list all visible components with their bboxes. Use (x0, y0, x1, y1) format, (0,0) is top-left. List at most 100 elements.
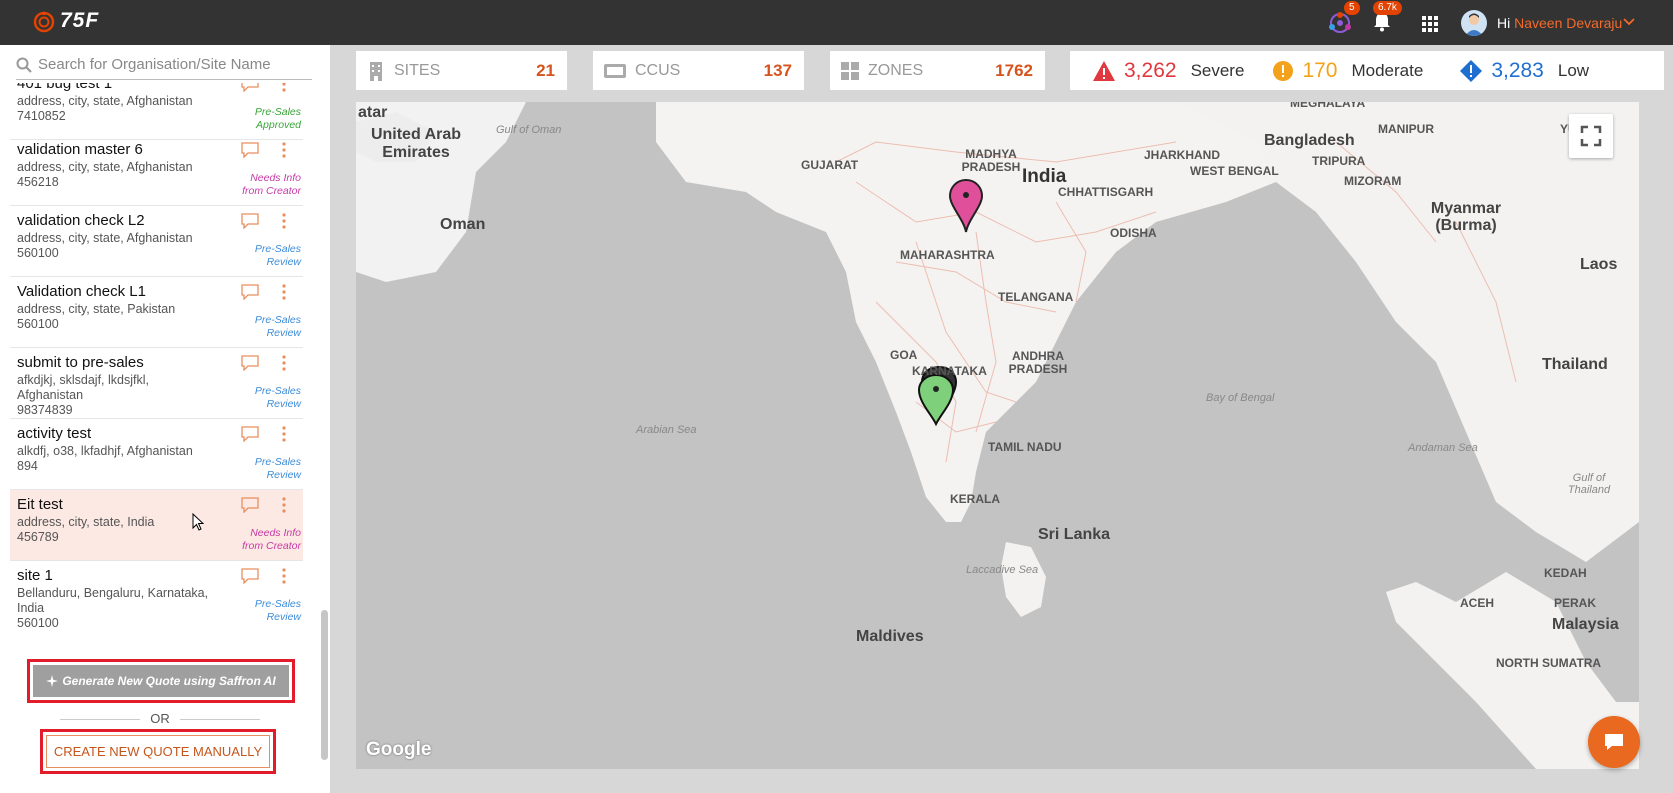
manual-quote-highlight: CREATE NEW QUOTE MANUALLY (40, 729, 276, 774)
site-name: 401 bug test 1 (17, 83, 113, 92)
sites-stat[interactable]: SITES 21 (356, 51, 567, 90)
map-label: Gulf of Oman (496, 124, 562, 136)
zones-value: 1762 (995, 60, 1033, 80)
comment-icon[interactable] (241, 497, 259, 513)
ai-button-label: Generate New Quote using Saffron AI (62, 674, 276, 688)
top-bar: 75F 5 6.7k Hi Naveen Devaraju (0, 0, 1673, 45)
more-vertical-icon[interactable] (281, 496, 287, 514)
more-vertical-icon[interactable] (281, 354, 287, 372)
community-badge: 5 (1344, 1, 1360, 15)
logo-icon (33, 11, 55, 33)
site-name: validation check L2 (17, 212, 145, 229)
more-vertical-icon[interactable] (281, 425, 287, 443)
map-label: TRIPURA (1312, 154, 1366, 168)
map-label: MADHYA PRADESH (961, 147, 1021, 174)
map-label: GOA (890, 348, 918, 362)
more-vertical-icon[interactable] (281, 283, 287, 301)
site-address: address, city, state, India (17, 515, 155, 529)
ccus-stat[interactable]: CCUS 137 (593, 51, 804, 90)
map-label: Maldives (856, 628, 924, 645)
site-address: address, city, state, Afghanistan (17, 94, 193, 108)
low-count: 3,283 (1491, 58, 1544, 82)
zones-stat[interactable]: ZONES 1762 (830, 51, 1045, 90)
list-item[interactable]: activity test alkdfj, o38, lkfadhjf, Afg… (10, 419, 303, 490)
map-label: Myanmar (Burma) (1430, 200, 1502, 234)
list-item[interactable]: Eit test address, city, state, India 456… (10, 490, 303, 561)
more-vertical-icon[interactable] (281, 567, 287, 585)
map-label: Sri Lanka (1038, 526, 1111, 543)
logo[interactable]: 75F (32, 9, 99, 33)
user-avatar[interactable] (1461, 10, 1487, 36)
severe-alerts[interactable]: 3,262 Severe (1092, 59, 1244, 83)
list-item[interactable]: validation check L2 address, city, state… (10, 206, 303, 277)
low-label: Low (1557, 60, 1590, 80)
status-badge: Needs Info from Creator (242, 172, 301, 197)
notifications-badge: 6.7k (1373, 1, 1402, 15)
map-label: Laos (1580, 256, 1618, 273)
list-item[interactable]: Validation check L1 address, city, state… (10, 277, 303, 348)
map-label: NORTH SUMATRA (1496, 656, 1602, 670)
map-label: Arabian Sea (636, 424, 697, 436)
map-label: PERAK (1554, 596, 1597, 610)
map-label: Thailand (1542, 356, 1608, 373)
moderate-count: 170 (1302, 58, 1338, 82)
map-label: ODISHA (1110, 226, 1157, 240)
comment-icon[interactable] (241, 142, 259, 158)
apps-button[interactable] (1420, 11, 1444, 35)
site-name: validation master 6 (17, 141, 143, 158)
zones-label: ZONES (868, 61, 924, 79)
chat-button[interactable] (1588, 716, 1640, 768)
list-item[interactable]: validation master 6 address, city, state… (10, 135, 303, 206)
sites-map[interactable]: atar United Arab Emirates Gulf of Oman O… (356, 102, 1639, 769)
map-label: KARNATAKA (912, 364, 987, 378)
more-vertical-icon[interactable] (281, 212, 287, 230)
comment-icon[interactable] (241, 355, 259, 371)
map-label: CHHATTISGARH (1058, 185, 1154, 199)
more-vertical-icon[interactable] (281, 141, 287, 159)
ccu-device-icon (604, 63, 626, 78)
status-badge: Pre-Sales Review (254, 456, 301, 481)
site-name: Validation check L1 (17, 283, 146, 300)
moderate-alerts[interactable]: 170 Moderate (1272, 59, 1423, 83)
more-vertical-icon[interactable] (281, 83, 287, 93)
list-item[interactable]: site 1 Bellanduru, Bengaluru, Karnataka,… (10, 561, 303, 641)
user-greeting[interactable]: Hi Naveen Devaraju (1497, 15, 1622, 31)
map-label: Malaysia (1552, 616, 1619, 633)
map-label: ACEH (1460, 596, 1495, 610)
site-address: address, city, state, Pakistan (17, 302, 176, 316)
moderate-label: Moderate (1351, 60, 1424, 80)
map-label: ANDHRA PRADESH (1008, 349, 1068, 376)
chevron-down-icon[interactable] (1623, 17, 1635, 27)
map-label: TELANGANA (998, 290, 1074, 304)
comment-icon[interactable] (241, 213, 259, 229)
notifications-button[interactable]: 6.7k (1372, 1, 1402, 35)
ai-quote-highlight: Generate New Quote using Saffron AI (27, 659, 295, 703)
map-label: KEDAH (1544, 566, 1587, 580)
community-button[interactable]: 5 (1327, 1, 1360, 35)
sites-value: 21 (536, 60, 555, 80)
map-label: WEST BENGAL (1190, 164, 1279, 178)
list-scrollbar[interactable] (321, 610, 328, 760)
comment-icon[interactable] (241, 83, 259, 92)
comment-icon[interactable] (241, 284, 259, 300)
list-item[interactable]: 401 bug test 1 address, city, state, Afg… (10, 83, 303, 140)
search-input[interactable] (38, 56, 298, 73)
user-name: Naveen Devaraju (1514, 15, 1623, 31)
site-address: address, city, state, Afghanistan (17, 231, 193, 245)
low-alerts[interactable]: 3,283 Low (1459, 59, 1589, 83)
map-label: MAHARASHTRA (900, 248, 995, 262)
site-address: alkdfj, o38, lkfadhjf, Afghanistan (17, 444, 193, 458)
create-quote-manually-button[interactable]: CREATE NEW QUOTE MANUALLY (46, 735, 270, 768)
generate-ai-quote-button[interactable]: Generate New Quote using Saffron AI (33, 665, 289, 697)
status-badge: Pre-Sales Review (254, 598, 301, 623)
list-item[interactable]: submit to pre-sales afkdjkj, sklsdajf, l… (10, 348, 303, 419)
comment-icon[interactable] (241, 426, 259, 442)
status-badge: Pre-Sales Review (254, 314, 301, 339)
chat-icon (1605, 734, 1623, 750)
or-divider: OR (60, 711, 260, 726)
map-label: Bangladesh (1264, 132, 1355, 149)
fullscreen-button[interactable] (1569, 114, 1613, 158)
comment-icon[interactable] (241, 568, 259, 584)
search-icon (16, 57, 32, 73)
map-label: Bay of Bengal (1206, 392, 1275, 404)
